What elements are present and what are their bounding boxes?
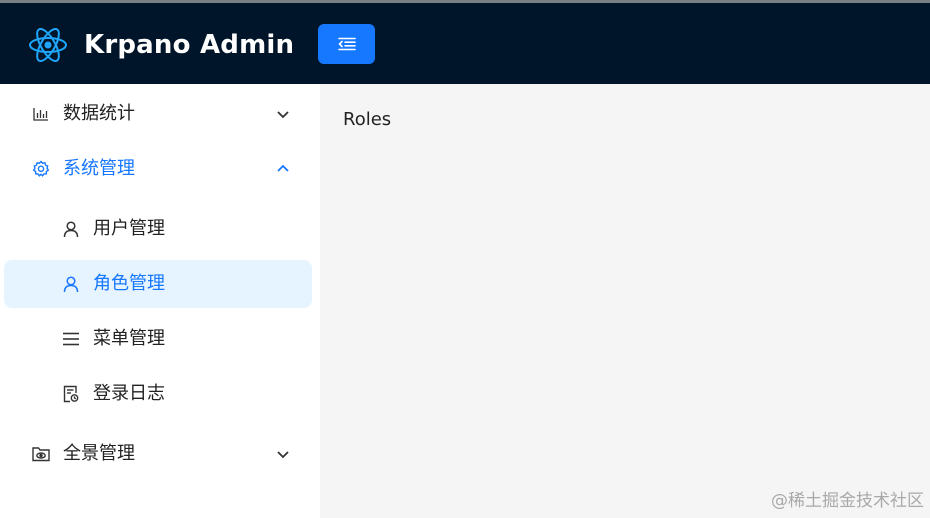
top-header: Krpano Admin (0, 3, 930, 84)
sidebar-item-label: 用户管理 (93, 218, 165, 239)
folder-eye-icon (32, 445, 50, 463)
sidebar-item-label: 菜单管理 (93, 328, 165, 349)
sidebar-item-label: 系统管理 (63, 158, 135, 179)
app-title: Krpano Admin (84, 30, 295, 60)
chevron-down-icon (277, 451, 289, 459)
sidebar-item-login-log[interactable]: 登录日志 (4, 370, 312, 418)
sidebar-item-role-management[interactable]: 角色管理 (4, 260, 312, 308)
list-icon (62, 330, 80, 348)
chevron-down-icon (277, 111, 289, 119)
react-logo-icon (29, 28, 67, 62)
sidebar-item-panorama-management[interactable]: 全景管理 (4, 430, 312, 478)
watermark: @稀土掘金技术社区 (771, 491, 924, 511)
menu-fold-icon (337, 37, 356, 51)
bar-chart-icon (32, 105, 50, 123)
log-file-icon (62, 385, 80, 403)
sidebar-item-menu-management[interactable]: 菜单管理 (4, 315, 312, 363)
sidebar-item-label: 角色管理 (93, 273, 165, 294)
gear-icon (32, 160, 50, 178)
user-icon (62, 220, 80, 238)
sidebar-menu: 数据统计 系统管理 用户管理 角色管理 菜单管理 登录日志 全景管理 (0, 84, 320, 518)
chevron-up-icon (277, 164, 289, 172)
sidebar-toggle-button[interactable] (318, 24, 375, 64)
user-icon (62, 275, 80, 293)
sidebar-item-data-statistics[interactable]: 数据统计 (4, 90, 312, 138)
sidebar-item-label: 全景管理 (63, 443, 135, 464)
page-content-text: Roles (343, 109, 392, 130)
sidebar-item-system-management[interactable]: 系统管理 (4, 145, 312, 193)
sidebar-item-label: 数据统计 (63, 103, 135, 124)
sidebar-item-user-management[interactable]: 用户管理 (4, 205, 312, 253)
sidebar-item-label: 登录日志 (93, 383, 165, 404)
